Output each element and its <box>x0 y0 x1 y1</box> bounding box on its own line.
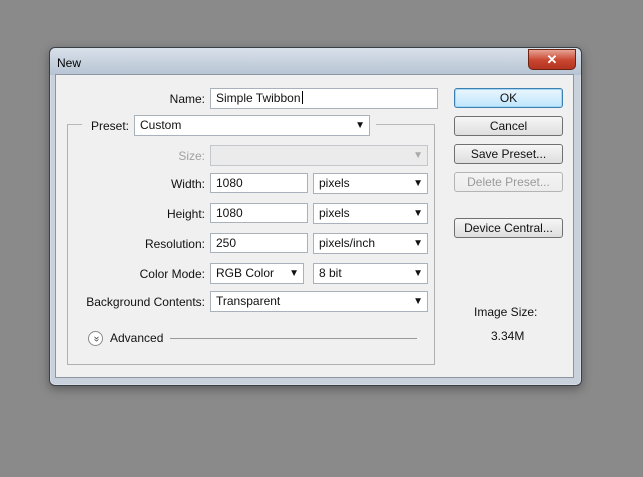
chevron-down-icon: ▼ <box>413 178 423 189</box>
chevron-down-icon: ▼ <box>413 296 423 307</box>
width-unit-select[interactable]: pixels ▼ <box>313 173 428 194</box>
height-input[interactable]: 1080 <box>210 203 308 223</box>
size-label: Size: <box>178 149 205 163</box>
height-unit-value: pixels <box>319 206 350 220</box>
resolution-unit-select[interactable]: pixels/inch ▼ <box>313 233 428 254</box>
chevron-down-icon: ▼ <box>355 120 365 131</box>
text-caret <box>301 91 303 104</box>
width-unit-value: pixels <box>319 176 350 190</box>
preset-label: Preset: <box>90 119 129 133</box>
group-border-left-segment <box>67 124 82 125</box>
resolution-input[interactable]: 250 <box>210 233 308 253</box>
image-size-value: 3.34M <box>491 329 525 343</box>
color-mode-select[interactable]: RGB Color ▼ <box>210 263 304 284</box>
image-size-label: Image Size: <box>474 305 538 319</box>
bit-depth-value: 8 bit <box>319 266 342 280</box>
size-select[interactable]: ▼ <box>210 145 428 166</box>
chevron-down-icon: ▼ <box>413 268 423 279</box>
name-input-value: Simple Twibbon <box>216 91 301 105</box>
dialog-titlebar[interactable]: New ✕ <box>50 48 581 75</box>
dialog-title: New <box>57 56 82 70</box>
device-central-button[interactable]: Device Central... <box>454 218 563 238</box>
resolution-unit-value: pixels/inch <box>319 236 376 250</box>
advanced-label[interactable]: Advanced <box>110 331 163 345</box>
advanced-toggle-glyph: » <box>90 336 102 342</box>
delete-preset-button[interactable]: Delete Preset... <box>454 172 563 192</box>
advanced-divider <box>170 338 417 339</box>
name-label: Name: <box>169 92 205 106</box>
name-input[interactable]: Simple Twibbon <box>210 88 438 109</box>
preset-select[interactable]: Custom ▼ <box>134 115 370 136</box>
bit-depth-select[interactable]: 8 bit ▼ <box>313 263 428 284</box>
width-input[interactable]: 1080 <box>210 173 308 193</box>
width-label: Width: <box>170 177 205 191</box>
background-contents-select[interactable]: Transparent ▼ <box>210 291 428 312</box>
chevron-down-icon: ▼ <box>413 150 423 161</box>
height-unit-select[interactable]: pixels ▼ <box>313 203 428 224</box>
background-contents-value: Transparent <box>216 294 281 308</box>
group-border-right-segment <box>376 124 435 125</box>
cancel-button[interactable]: Cancel <box>454 116 563 136</box>
color-mode-value: RGB Color <box>216 266 275 280</box>
close-button[interactable]: ✕ <box>528 49 576 70</box>
chevron-down-icon: ▼ <box>413 208 423 219</box>
ok-button[interactable]: OK <box>454 88 563 108</box>
color-mode-label: Color Mode: <box>139 267 205 281</box>
save-preset-button[interactable]: Save Preset... <box>454 144 563 164</box>
preset-select-value: Custom <box>140 118 182 132</box>
chevron-down-icon: ▼ <box>289 268 299 279</box>
resolution-label: Resolution: <box>144 237 205 251</box>
height-label: Height: <box>166 207 205 221</box>
background-contents-label: Background Contents: <box>86 295 205 309</box>
close-icon: ✕ <box>546 52 558 67</box>
chevron-double-down-icon[interactable]: » <box>88 331 103 346</box>
chevron-down-icon: ▼ <box>413 238 423 249</box>
